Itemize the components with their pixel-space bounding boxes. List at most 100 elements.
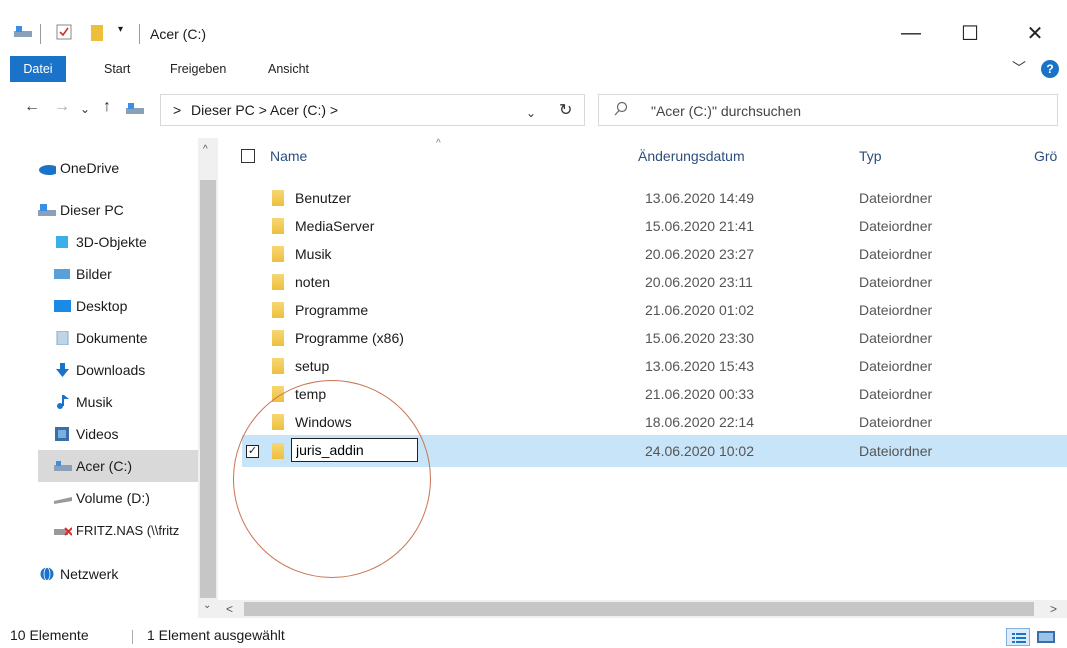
properties-icon[interactable] [56,24,72,40]
file-type: Dateiordner [859,358,933,374]
file-date: 13.06.2020 14:49 [645,190,754,206]
file-name: Benutzer [295,190,352,206]
nav-item-netzwerk[interactable]: Netzwerk [38,558,198,590]
file-name: Musik [295,246,332,262]
rename-input[interactable] [291,438,418,462]
minimize-button[interactable]: — [896,18,926,48]
refresh-button[interactable]: ↻ [559,100,572,120]
status-separator [132,630,133,644]
select-all-checkbox[interactable] [241,149,255,163]
horizontal-scrollbar-thumb[interactable] [244,602,1034,616]
horizontal-scrollbar[interactable]: < > [218,600,1067,618]
file-date: 21.06.2020 00:33 [645,386,754,402]
nav-item-dieser-pc[interactable]: Dieser PC [38,194,198,226]
folder-icon [272,443,284,459]
status-selected-count: 1 Element ausgewählt [147,627,285,643]
video-icon [55,427,69,441]
maximize-button[interactable]: ☐ [955,18,985,48]
recent-locations-button[interactable]: ⌄ [80,102,90,116]
drive-icon [54,461,72,471]
scroll-right-icon[interactable]: > [1050,602,1057,616]
network-icon [40,567,54,581]
nav-item-onedrive[interactable]: OneDrive [38,152,198,184]
new-folder-icon[interactable] [90,24,104,42]
status-item-count: 10 Elemente [10,627,89,643]
folder-icon [272,246,284,262]
close-button[interactable]: ✕ [1020,18,1050,48]
folder-icon [272,386,284,402]
tab-datei[interactable]: Datei [10,56,66,82]
drive-icon[interactable] [14,24,34,40]
nav-item-dokumente[interactable]: Dokumente [54,322,214,354]
nav-scrollbar[interactable]: ^ ⌄ [198,138,218,618]
sort-ascending-icon: ^ [436,138,441,149]
address-dropdown-icon[interactable]: ⌄ [526,106,536,120]
tab-ansicht[interactable]: Ansicht [268,56,309,82]
file-date: 20.06.2020 23:11 [645,274,753,290]
tab-freigeben[interactable]: Freigeben [170,56,226,82]
nav-item-3d-objekte[interactable]: 3D-Objekte [54,226,214,258]
nav-scrollbar-thumb[interactable] [200,180,216,598]
scroll-left-icon[interactable]: < [226,602,233,616]
address-bar[interactable]: > Dieser PC > Acer (C:) > [160,94,585,126]
quick-access-dropdown-icon[interactable]: ▾ [118,24,123,35]
nav-item-downloads[interactable]: Downloads [54,354,214,386]
row-checkbox[interactable]: ✓ [246,445,259,458]
nav-label: Bilder [76,266,112,282]
file-type: Dateiordner [859,443,933,459]
status-bar: 10 Elemente 1 Element ausgewählt [0,624,1067,648]
nav-item-volume-d[interactable]: Volume (D:) [54,482,214,514]
up-button[interactable]: ↑ [103,98,111,116]
nav-item-fritz-nas[interactable]: FRITZ.NAS (\\fritz [54,514,198,546]
tab-start[interactable]: Start [104,56,130,82]
column-header-name[interactable]: Name [270,148,307,164]
file-type: Dateiordner [859,246,933,262]
forward-button[interactable]: → [54,98,70,116]
breadcrumb-separator: > [329,102,339,118]
ribbon-expand-icon[interactable]: ﹀ [1012,58,1026,78]
help-icon[interactable]: ? [1041,60,1059,78]
file-list: ^ Name Änderungsdatum Typ Grö Benutzer 1… [218,138,1067,600]
nav-label: Videos [76,426,119,442]
window-title: Acer (C:) [150,26,206,42]
nav-item-acer-c[interactable]: Acer (C:) [38,450,198,482]
scroll-down-icon[interactable]: ⌄ [203,600,211,611]
nav-item-bilder[interactable]: Bilder [54,258,214,290]
large-icons-view-icon[interactable] [1036,629,1056,645]
nav-item-videos[interactable]: Videos [54,418,214,450]
table-row-selected[interactable]: ✓ 24.06.2020 10:02 Dateiordner [242,435,1067,467]
file-date: 21.06.2020 01:02 [645,302,754,318]
breadcrumb: Dieser PC > Acer (C:) > [191,102,338,118]
scroll-up-icon[interactable]: ^ [203,144,208,155]
address-row: ← → ⌄ ↑ > Dieser PC > Acer (C:) > ⌄ ↻ "A… [0,88,1067,132]
title-separator [40,24,41,44]
folder-icon [272,190,284,206]
breadcrumb-acer-c[interactable]: Acer (C:) [270,102,326,118]
breadcrumb-dieser-pc[interactable]: Dieser PC [191,102,255,118]
file-type: Dateiordner [859,302,933,318]
nav-label: Desktop [76,298,128,314]
file-name: setup [295,358,330,374]
file-date: 24.06.2020 10:02 [645,443,754,459]
folder-icon [272,358,284,374]
nav-label: FRITZ.NAS (\\fritz [76,522,180,538]
search-input[interactable]: "Acer (C:)" durchsuchen [651,103,801,119]
nav-item-musik[interactable]: Musik [54,386,214,418]
nav-item-desktop[interactable]: Desktop [54,290,214,322]
column-header-type[interactable]: Typ [859,148,882,164]
column-header-date[interactable]: Änderungsdatum [638,148,745,164]
title-separator [139,24,140,44]
nav-label: Dieser PC [60,202,124,218]
network-drive-icon [54,527,72,536]
table-row[interactable]: Windows 18.06.2020 22:14 Dateiordner [242,406,1067,438]
nav-label: Volume (D:) [76,490,150,506]
file-date: 13.06.2020 15:43 [645,358,754,374]
search-box[interactable]: "Acer (C:)" durchsuchen [598,94,1058,126]
file-type: Dateiordner [859,386,933,402]
details-view-icon[interactable] [1006,628,1030,646]
folder-icon [272,330,284,346]
file-type: Dateiordner [859,330,933,346]
column-header-size[interactable]: Grö [1034,148,1057,164]
back-button[interactable]: ← [24,98,40,116]
folder-icon [272,274,284,290]
